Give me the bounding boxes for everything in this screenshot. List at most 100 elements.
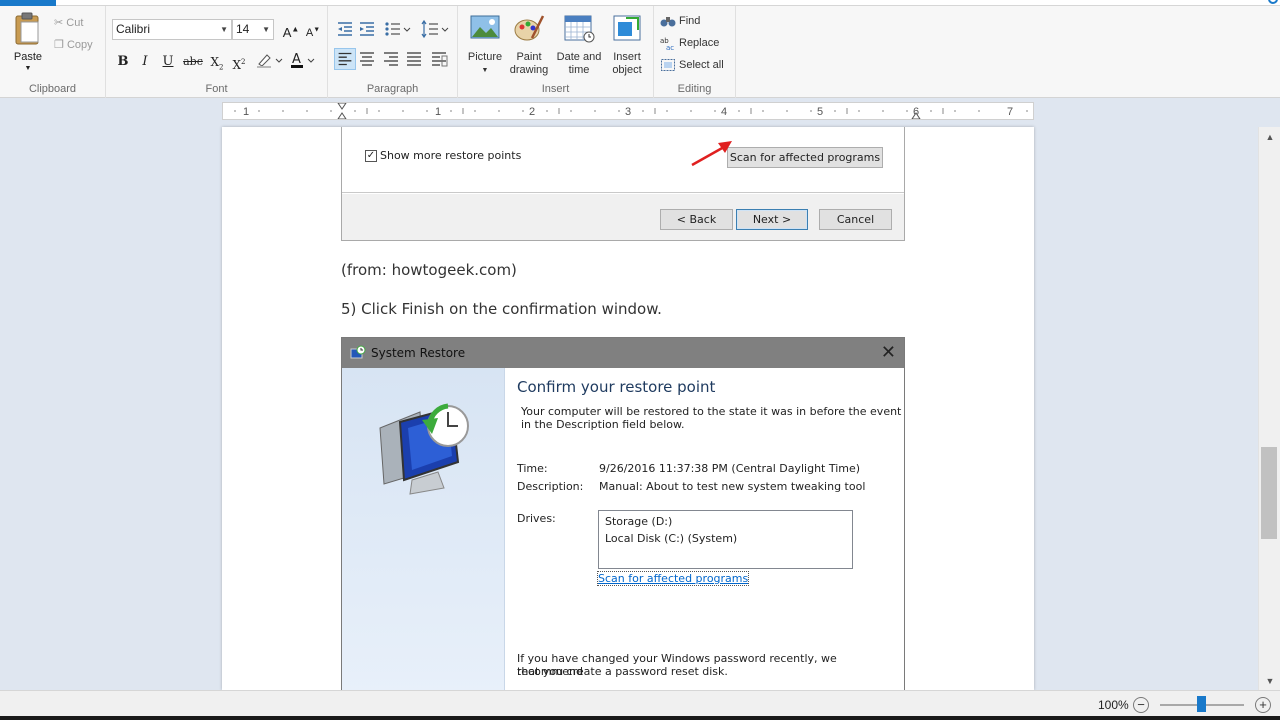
embedded-screenshot-system-restore: System Restore ✕ Confirm your restore po… [341, 337, 905, 690]
ruler-number: 1 [435, 106, 441, 118]
scroll-down-icon[interactable]: ▼ [1259, 673, 1280, 689]
binoculars-icon [660, 17, 676, 27]
underline-button[interactable]: U [157, 51, 179, 73]
document-page[interactable]: ✓ Show more restore points Scan for affe… [222, 127, 1034, 690]
shrink-font-button[interactable]: A▼ [302, 19, 324, 40]
insert-group-label: Insert [541, 83, 570, 95]
line-spacing-icon[interactable] [420, 18, 450, 40]
wizard-footer: < Back Next > Cancel [342, 194, 904, 240]
zoom-slider-thumb[interactable] [1197, 696, 1206, 712]
font-size-dropdown[interactable]: 14 ▼ [232, 19, 274, 40]
drives-list[interactable]: Storage (D:) Local Disk (C:) (System) [598, 510, 853, 569]
description-label: Description: [517, 480, 584, 493]
grow-font-button[interactable]: A▲ [280, 19, 302, 40]
chevron-down-icon: ▼ [220, 25, 228, 34]
date-time-label-1: Date and [556, 51, 602, 63]
increase-indent-icon[interactable] [356, 18, 378, 40]
strikethrough-button[interactable]: abc [182, 51, 204, 73]
bold-icon: B [117, 54, 129, 69]
system-restore-icon [350, 345, 366, 359]
font-group-label: Font [205, 83, 228, 95]
find-label: Find [679, 15, 701, 27]
intro-line-1: Your computer will be restored to the st… [521, 405, 902, 418]
paint-drawing-button[interactable]: Paint drawing [506, 12, 552, 77]
align-right-icon[interactable] [380, 48, 402, 70]
next-button[interactable]: Next > [736, 209, 808, 230]
ruler-number: 5 [817, 106, 823, 118]
paste-icon [15, 12, 39, 45]
editing-group: Find ab ac Replace Select all Editing [654, 6, 736, 98]
insert-object-button[interactable]: Insert object [604, 12, 650, 77]
highlight-color-button[interactable] [254, 51, 286, 73]
source-citation: (from: howtogeek.com) [341, 261, 517, 279]
hanging-indent-marker[interactable] [337, 112, 347, 120]
ruler[interactable]: 1 1 2 3 4 5 6 7 [222, 102, 1034, 120]
bullets-icon[interactable] [382, 18, 412, 40]
scan-affected-link[interactable]: Scan for affected programs [596, 571, 750, 586]
drive-item: Local Disk (C:) (System) [605, 532, 738, 545]
font-group: Calibri ▼ 14 ▼ A▲ A▼ B I U abc X2 X2 A F… [106, 6, 328, 98]
scroll-up-icon[interactable]: ▲ [1259, 129, 1280, 145]
paste-dropdown-icon[interactable]: ▼ [8, 65, 48, 72]
underline-icon: U [162, 54, 174, 69]
paint-drawing-label-1: Paint [516, 51, 542, 63]
insert-group: Picture ▼ Paint drawing Date and time In… [458, 6, 654, 98]
copy-label: Copy [66, 39, 93, 51]
paragraph-settings-icon[interactable] [428, 48, 450, 70]
font-color-button[interactable]: A [288, 51, 320, 73]
find-button[interactable]: Find [660, 11, 700, 31]
time-value: 9/26/2016 11:37:38 PM (Central Daylight … [599, 462, 861, 475]
align-center-icon[interactable] [356, 48, 378, 70]
zoom-in-icon[interactable]: + [1255, 697, 1271, 713]
align-left-icon[interactable] [334, 48, 356, 70]
scrollbar-thumb[interactable] [1261, 447, 1277, 539]
ruler-number: 7 [1007, 106, 1013, 118]
select-all-button[interactable]: Select all [660, 55, 724, 75]
subscript-button[interactable]: X2 [206, 51, 228, 73]
superscript-button[interactable]: X2 [228, 51, 250, 73]
decrease-indent-icon[interactable] [334, 18, 356, 40]
object-icon [613, 15, 641, 41]
select-all-label: Select all [679, 59, 724, 71]
system-restore-titlebar: System Restore ✕ [342, 338, 904, 368]
intro-line-2: in the Description field below. [521, 418, 685, 431]
zoom-percentage: 100% [1098, 698, 1129, 712]
font-family-dropdown[interactable]: Calibri ▼ [112, 19, 232, 40]
system-restore-sidebar [342, 368, 505, 690]
justify-icon[interactable] [403, 48, 425, 70]
help-icon[interactable] [1268, 0, 1278, 4]
replace-label: Replace [679, 37, 720, 49]
grow-font-icon: A▲ [282, 25, 300, 41]
picture-dropdown-icon: ▼ [481, 67, 489, 74]
italic-icon: I [142, 54, 148, 69]
copy-icon: ❐ [54, 39, 64, 51]
replace-icon: abac [660, 37, 674, 50]
replace-button[interactable]: ab ac Replace [660, 33, 719, 53]
description-value: Manual: About to test new system tweakin… [599, 480, 866, 493]
italic-button[interactable]: I [134, 51, 156, 73]
vertical-scrollbar[interactable]: ▲ ▼ [1258, 127, 1280, 690]
back-button[interactable]: < Back [660, 209, 733, 230]
ribbon: Paste ▼ ✂ Cut ❐ Copy Clipboard Calibri ▼… [0, 6, 1280, 98]
close-icon[interactable]: ✕ [881, 342, 896, 362]
cut-label: Cut [66, 17, 84, 29]
date-time-button[interactable]: Date and time [555, 12, 603, 77]
svg-text:A: A [292, 52, 301, 67]
ruler-number: 1 [243, 106, 249, 118]
restore-monitor-icon [379, 403, 469, 495]
paste-button[interactable]: Paste ▼ [8, 12, 48, 76]
superscript-icon: X2 [232, 58, 246, 72]
bold-button[interactable]: B [112, 51, 134, 73]
ruler-number: 3 [625, 106, 631, 118]
zoom-out-icon[interactable]: − [1133, 697, 1149, 713]
copy-button[interactable]: ❐ Copy [54, 36, 93, 54]
drives-label: Drives: [517, 512, 556, 525]
show-more-checkbox[interactable]: ✓ [365, 150, 377, 162]
scan-affected-button[interactable]: Scan for affected programs [727, 147, 883, 168]
picture-button[interactable]: Picture ▼ [462, 12, 508, 77]
ruler-number: 2 [529, 106, 535, 118]
cancel-button[interactable]: Cancel [819, 209, 892, 230]
first-line-indent-marker[interactable] [337, 102, 347, 110]
paragraph-group: Paragraph [328, 6, 458, 98]
cut-button[interactable]: ✂ Cut [54, 14, 83, 32]
